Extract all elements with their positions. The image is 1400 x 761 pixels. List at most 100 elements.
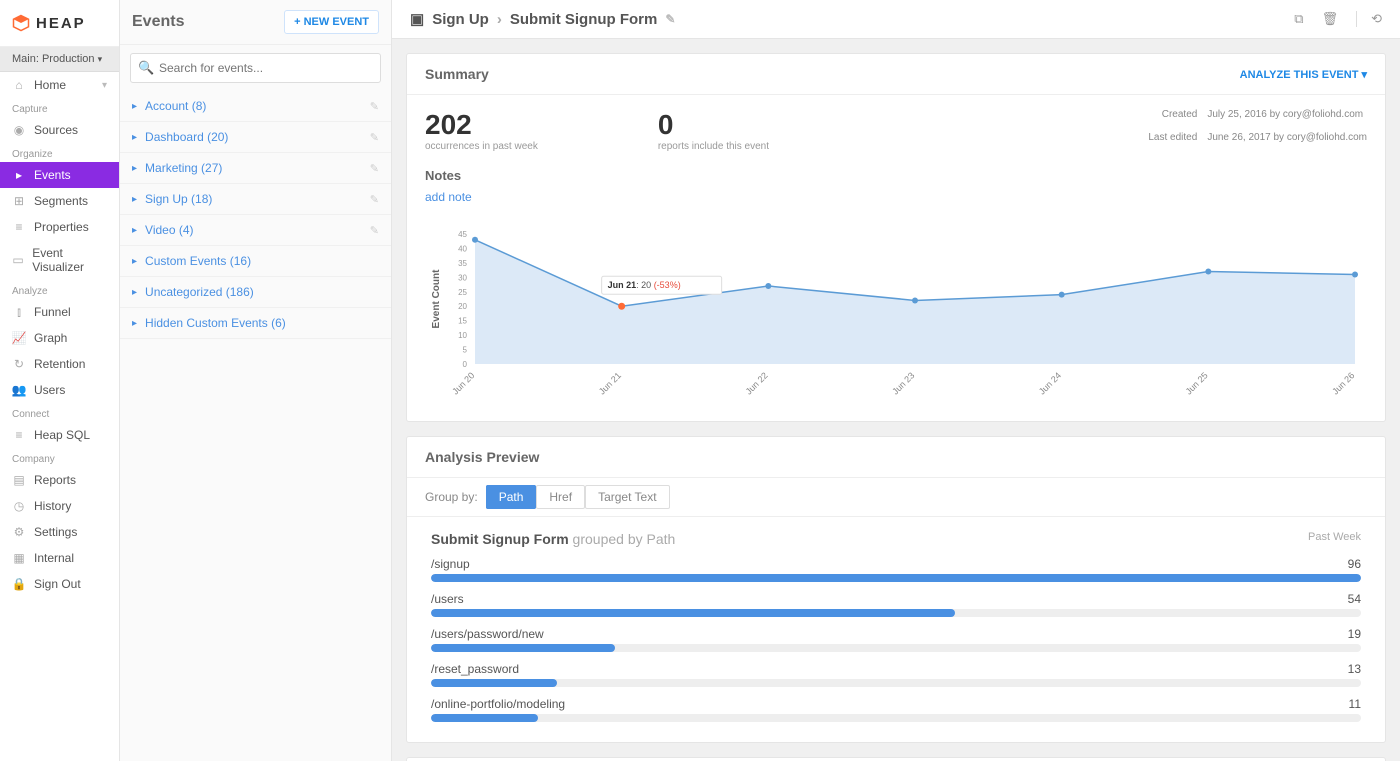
settings-icon: ⚙ <box>12 525 26 539</box>
svg-text:Jun 21: 20 (-53%): Jun 21: 20 (-53%) <box>608 280 681 290</box>
nav-users[interactable]: 👥Users <box>0 377 119 403</box>
edit-icon[interactable]: ✎ <box>370 162 379 175</box>
event-category-label: Dashboard (20) <box>145 130 228 144</box>
event-category[interactable]: ▸ Uncategorized (186) <box>120 277 391 308</box>
nav-internal[interactable]: ▦Internal <box>0 545 119 571</box>
nav-graph[interactable]: 📈Graph <box>0 325 119 351</box>
properties-icon: ≡ <box>12 220 26 234</box>
copy-icon[interactable]: ⧉ <box>1294 11 1303 27</box>
event-category[interactable]: ▸ Dashboard (20) ✎ <box>120 122 391 153</box>
svg-text:Jun 25: Jun 25 <box>1184 370 1210 396</box>
bar-track <box>431 644 1361 652</box>
lock-icon: 🔒 <box>12 577 26 591</box>
bar-count: 54 <box>1348 592 1361 606</box>
trash-icon[interactable]: 🗑 <box>1322 11 1339 27</box>
nav-visualizer[interactable]: ▭Event Visualizer <box>0 240 119 280</box>
svg-text:10: 10 <box>458 331 467 340</box>
event-category-label: Custom Events (16) <box>145 254 251 268</box>
retention-icon: ↻ <box>12 357 26 371</box>
svg-text:Jun 24: Jun 24 <box>1037 370 1063 396</box>
event-category[interactable]: ▸ Marketing (27) ✎ <box>120 153 391 184</box>
edit-icon[interactable]: ✎ <box>370 100 379 113</box>
events-icon: ▸ <box>12 168 26 182</box>
nav-retention[interactable]: ↻Retention <box>0 351 119 377</box>
bar-count: 11 <box>1349 697 1361 711</box>
svg-text:15: 15 <box>458 317 467 326</box>
occurrences-label: occurrences in past week <box>425 141 538 152</box>
nav-funnel[interactable]: ⫾Funnel <box>0 299 119 325</box>
svg-text:30: 30 <box>458 273 467 282</box>
bar-track <box>431 714 1361 722</box>
nav-signout[interactable]: 🔒Sign Out <box>0 571 119 597</box>
environment-selector[interactable]: Main: Production ▾ <box>0 47 119 72</box>
logo: HEAP <box>0 0 119 47</box>
range-label: Past Week <box>1308 531 1361 543</box>
nav-segments[interactable]: ⊞Segments <box>0 188 119 214</box>
search-input[interactable] <box>130 53 381 83</box>
events-panel-title: Events <box>132 13 184 31</box>
sidebar: HEAP Main: Production ▾ ⌂ Home ▾ Capture… <box>0 0 120 761</box>
history-icon: ◷ <box>12 499 26 513</box>
event-category[interactable]: ▸ Custom Events (16) <box>120 246 391 277</box>
analysis-card: Analysis Preview Group by: PathHrefTarge… <box>406 436 1386 743</box>
nav-home-label: Home <box>34 78 66 92</box>
chevron-right-icon: ▸ <box>132 194 137 205</box>
bar-count: 96 <box>1348 557 1361 571</box>
svg-text:35: 35 <box>458 259 467 268</box>
bar-track <box>431 679 1361 687</box>
topbar: ▣ Sign Up › Submit Signup Form ✎ ⧉ 🗑 ⟲ <box>392 0 1400 39</box>
group-by-pill-path[interactable]: Path <box>486 485 537 509</box>
event-category-label: Uncategorized (186) <box>145 285 254 299</box>
sql-icon: ≡ <box>12 428 26 442</box>
segments-icon: ⊞ <box>12 194 26 208</box>
event-category[interactable]: ▸ Sign Up (18) ✎ <box>120 184 391 215</box>
svg-text:40: 40 <box>458 244 467 253</box>
svg-text:45: 45 <box>458 230 467 239</box>
edit-icon[interactable]: ✎ <box>665 12 675 26</box>
funnel-icon: ⫾ <box>12 305 26 319</box>
svg-text:Jun 23: Jun 23 <box>890 370 916 396</box>
analyze-event-link[interactable]: ANALYZE THIS EVENT ▾ <box>1240 68 1367 81</box>
meta-block: CreatedJuly 25, 2016 by cory@foliohd.com… <box>1148 109 1367 152</box>
refresh-icon[interactable]: ⟲ <box>1356 11 1382 27</box>
reports-label: reports include this event <box>658 141 769 152</box>
bar-count: 19 <box>1348 627 1361 641</box>
event-category[interactable]: ▸ Video (4) ✎ <box>120 215 391 246</box>
nav-heapsql[interactable]: ≡Heap SQL <box>0 422 119 448</box>
nav-settings[interactable]: ⚙Settings <box>0 519 119 545</box>
event-count-chart: 051015202530354045Jun 20Jun 21Jun 22Jun … <box>425 224 1367 407</box>
breadcrumb-parent[interactable]: Sign Up <box>432 11 489 28</box>
group-by-label: Group by: <box>425 490 478 504</box>
nav-events[interactable]: ▸Events <box>0 162 119 188</box>
event-category[interactable]: ▸ Account (8) ✎ <box>120 91 391 122</box>
nav-home[interactable]: ⌂ Home ▾ <box>0 72 119 98</box>
home-icon: ⌂ <box>12 78 26 92</box>
nav-properties[interactable]: ≡Properties <box>0 214 119 240</box>
svg-text:Jun 26: Jun 26 <box>1330 370 1356 396</box>
form-icon: ▣ <box>410 10 424 28</box>
edit-icon[interactable]: ✎ <box>370 193 379 206</box>
nav-sources[interactable]: ◉Sources <box>0 117 119 143</box>
nav-reports[interactable]: ▤Reports <box>0 467 119 493</box>
environment-label: Main: Production <box>12 53 95 65</box>
analysis-bar-row: /signup 96 <box>431 557 1361 582</box>
notes-title: Notes <box>425 168 1367 183</box>
users-icon: 👥 <box>12 383 26 397</box>
nav-history[interactable]: ◷History <box>0 493 119 519</box>
svg-text:25: 25 <box>458 288 467 297</box>
analysis-bar-row: /users/password/new19 <box>431 627 1361 652</box>
add-note-link[interactable]: add note <box>425 190 472 204</box>
group-by-pill-target-text[interactable]: Target Text <box>585 485 669 509</box>
heap-logo-icon <box>12 14 30 32</box>
edit-icon[interactable]: ✎ <box>370 224 379 237</box>
group-by-pill-href[interactable]: Href <box>536 485 585 509</box>
svg-text:5: 5 <box>463 346 468 355</box>
event-category[interactable]: ▸ Hidden Custom Events (6) <box>120 308 391 339</box>
heapsql-card: Heap SQL sign_up_submit_signup Last sync… <box>406 757 1386 761</box>
bar-track <box>431 609 1361 617</box>
breadcrumb-current: Submit Signup Form <box>510 11 658 28</box>
new-event-button[interactable]: + NEW EVENT <box>284 10 379 34</box>
bar-path: /signup <box>431 557 470 571</box>
edit-icon[interactable]: ✎ <box>370 131 379 144</box>
chevron-right-icon: ▸ <box>132 101 137 112</box>
